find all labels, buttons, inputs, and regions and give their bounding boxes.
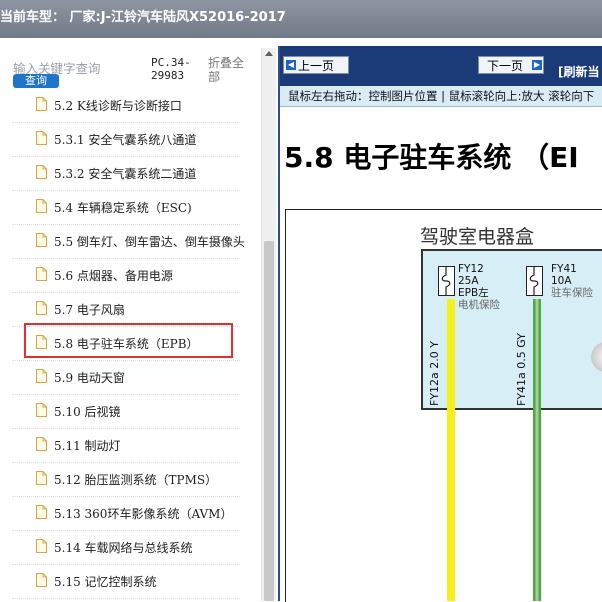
fuse-rating: 25A	[458, 275, 479, 287]
document-icon	[36, 369, 47, 383]
tree-item[interactable]: 5.14 车载网络与总线系统	[12, 530, 240, 565]
viewer-toolbar: ◀ 上一页 下一页 ▶ [刷新当	[280, 46, 602, 86]
tree-item[interactable]: 5.15 记忆控制系统	[12, 564, 240, 599]
top-bar: 当前车型： 厂家:J-江铃汽车陆风X52016-2017	[0, 0, 602, 38]
fuse-rating: 10A	[551, 275, 572, 287]
vehicle-title: 当前车型： 厂家:J-江铃汽车陆风X52016-2017	[0, 10, 286, 25]
fuse-fy12: FY12 25A EPB左 电机保险	[458, 263, 500, 311]
tree-item[interactable]: 5.11 制动灯	[12, 428, 240, 463]
prev-page-label: 上一页	[298, 59, 335, 73]
tree-item[interactable]: 5.3.2 安全气囊系统二通道	[12, 156, 240, 191]
document-icon	[36, 131, 47, 145]
tree-item-label: 5.11 制动灯	[54, 439, 121, 453]
document-icon	[36, 437, 47, 451]
tree-item-label: 5.3.2 安全气囊系统二通道	[54, 167, 197, 181]
tree-item[interactable]: 5.7 电子风扇	[12, 292, 240, 327]
tree-item[interactable]: 5.12 胎压监测系统（TPMS）	[12, 462, 240, 497]
document-icon	[36, 267, 47, 281]
tree-item-label: 5.3.1 安全气囊系统八通道	[54, 133, 197, 147]
tree-item-label: 5.6 点烟器、备用电源	[54, 269, 173, 283]
document-icon	[36, 165, 47, 179]
tree-item[interactable]: 5.10 后视镜	[12, 394, 240, 429]
fuse-desc: EPB左	[458, 287, 489, 299]
document-icon	[36, 505, 47, 519]
tree-item-label: 5.7 电子风扇	[54, 303, 125, 317]
tree-item-label: 5.15 记忆控制系统	[54, 575, 157, 589]
fuse-symbol-icon	[438, 266, 455, 296]
refresh-link[interactable]: [刷新当	[558, 63, 600, 80]
search-button[interactable]: 查询	[13, 74, 59, 88]
left-tree-pane: 输入关键字查询 查询 PC.34-29983 折叠全部 5.2 K线诊断与诊断接…	[0, 38, 276, 601]
document-icon	[36, 301, 47, 315]
document-icon	[36, 573, 47, 587]
scroll-thumb[interactable]	[264, 241, 274, 601]
prev-page-button[interactable]: ◀ 上一页	[283, 56, 349, 74]
tree-item-label: 5.4 车辆稳定系统（ESC)	[54, 201, 192, 215]
wire-yellow	[447, 299, 455, 601]
right-arrow-icon: ▶	[532, 60, 542, 70]
fuse-fy41: FY41 10A 驻车保险	[551, 263, 593, 299]
tree-item[interactable]: 5.5 倒车灯、倒车雷达、倒车摄像头	[12, 224, 245, 259]
collapse-all-button[interactable]: 折叠全部	[208, 56, 250, 84]
wire-label-fy12a: FY12a 2.0 Y	[428, 341, 441, 406]
scroll-up-arrow-icon[interactable]	[265, 51, 273, 56]
document-icon	[36, 233, 47, 247]
pc-code: PC.34-29983	[151, 56, 191, 82]
tree-item[interactable]: 5.13 360环车影像系统（AVM）	[12, 496, 240, 531]
tree-item-label: 5.9 电动天窗	[54, 371, 125, 385]
wire-label-fy41a: FY41a 0.5 GY	[515, 333, 528, 406]
tree-item-label: 5.5 倒车灯、倒车雷达、倒车摄像头	[54, 235, 245, 249]
hint-bar: 鼠标左右拖动：控制图片位置 | 鼠标滚轮向上:放大 滚轮向下	[280, 86, 602, 107]
document-icon	[36, 403, 47, 417]
selected-item-highlight	[24, 323, 233, 358]
tree-item-label: 5.10 后视镜	[54, 405, 121, 419]
hint-text: 鼠标左右拖动：控制图片位置 | 鼠标滚轮向上:放大 滚轮向下	[288, 89, 595, 103]
document-icon	[36, 199, 47, 213]
tree-item[interactable]: 5.6 点烟器、备用电源	[12, 258, 240, 293]
tree-item-label: 5.13 360环车影像系统（AVM）	[54, 507, 233, 521]
tree-item[interactable]: 5.2 K线诊断与诊断接口	[12, 88, 240, 123]
tree-item[interactable]: 5.3.1 安全气囊系统八通道	[12, 122, 240, 157]
tree-item[interactable]: 5.9 电动天窗	[12, 360, 240, 395]
document-icon	[36, 97, 47, 111]
document-icon	[36, 539, 47, 553]
tree-item-label: 5.14 车载网络与总线系统	[54, 541, 193, 555]
left-arrow-icon: ◀	[286, 60, 296, 70]
fuse-symbol-icon	[526, 266, 543, 296]
fuse-desc: 驻车保险	[551, 287, 593, 299]
next-page-button[interactable]: 下一页 ▶	[478, 56, 544, 74]
fuse-code: FY12	[458, 263, 484, 275]
fuse-desc: 电机保险	[458, 299, 500, 311]
tree-item-label: 5.2 K线诊断与诊断接口	[54, 99, 182, 113]
document-icon	[36, 471, 47, 485]
next-page-label: 下一页	[487, 59, 524, 73]
tree-item[interactable]: 5.4 车辆稳定系统（ESC)	[12, 190, 240, 225]
wire-green-grey	[533, 299, 541, 601]
scrollbar[interactable]	[261, 48, 276, 601]
tree-item-label: 5.12 胎压监测系统（TPMS）	[54, 473, 218, 487]
fuse-code: FY41	[551, 263, 577, 275]
document-title: 5.8 电子驻车系统 （EI	[284, 141, 579, 174]
document-viewer: ◀ 上一页 下一页 ▶ [刷新当 鼠标左右拖动：控制图片位置 | 鼠标滚轮向上:…	[278, 46, 602, 602]
fuse-box-title: 驾驶室电器盒	[420, 226, 535, 248]
